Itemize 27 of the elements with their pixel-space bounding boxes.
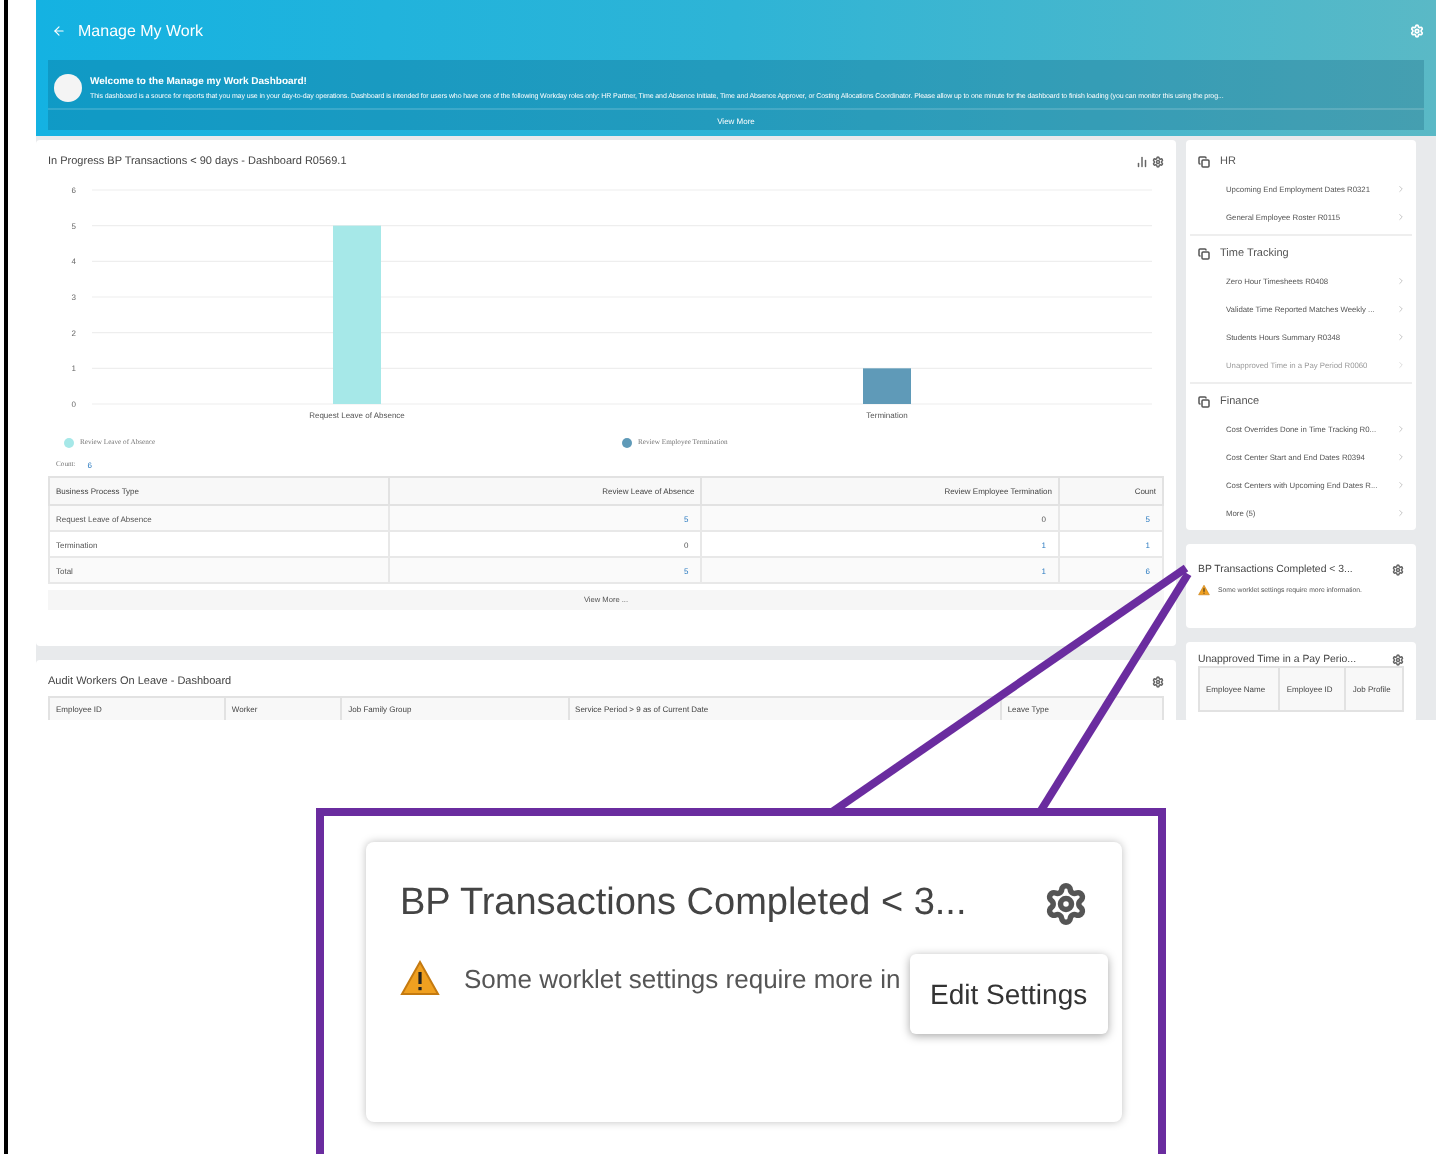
copy-icon — [1198, 156, 1210, 168]
chevron-right-icon — [1396, 331, 1406, 341]
warning-message: Some worklet settings require more in — [464, 963, 901, 993]
copy-icon — [1198, 396, 1210, 408]
warning-icon — [400, 958, 440, 998]
chevron-right-icon — [1396, 183, 1406, 193]
chevron-right-icon — [1396, 359, 1406, 369]
chevron-right-icon — [1396, 211, 1406, 221]
chevron-right-icon — [1396, 479, 1406, 489]
chevron-right-icon — [1396, 423, 1406, 433]
warning-icon — [1198, 584, 1210, 596]
page-title: Manage My Work — [78, 21, 206, 39]
settings-icon[interactable] — [1152, 676, 1164, 688]
chart-icon[interactable] — [1136, 156, 1148, 168]
settings-icon[interactable] — [1044, 882, 1088, 926]
card-title: BP Transactions Completed < 3... — [400, 882, 967, 926]
chevron-right-icon — [1396, 451, 1406, 461]
chevron-right-icon — [1396, 507, 1406, 517]
chevron-right-icon — [1396, 275, 1406, 285]
settings-icon[interactable] — [1392, 654, 1404, 666]
tooltip: Edit Settings — [910, 954, 1108, 1034]
bar — [863, 368, 911, 404]
avatar-icon — [54, 73, 82, 101]
chevron-right-icon — [1396, 303, 1406, 313]
settings-icon[interactable] — [1152, 156, 1164, 168]
settings-icon[interactable] — [1392, 564, 1404, 576]
copy-icon — [1198, 248, 1210, 260]
